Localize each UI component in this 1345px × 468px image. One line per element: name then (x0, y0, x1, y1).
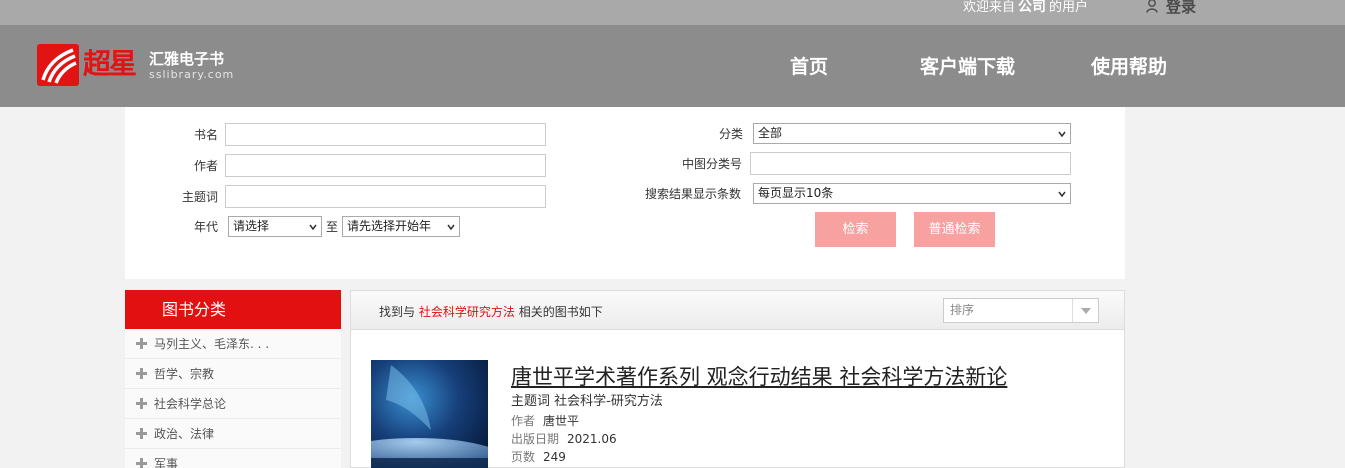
book-author-label: 作者 (511, 414, 536, 428)
brand-cn: 汇雅电子书 (149, 50, 225, 68)
results-header: 找到与 社会科学研究方法 相关的图书如下 排序 (351, 291, 1124, 330)
year-from-select[interactable]: 请选择 (228, 216, 322, 237)
book-date-label: 出版日期 (511, 432, 560, 446)
author-label: 作者 (194, 159, 219, 173)
found-prefix: 找到与 (379, 305, 416, 319)
plus-icon (136, 338, 147, 349)
plus-icon (136, 458, 147, 468)
book-cover-image (371, 360, 488, 468)
category-sidebar: 图书分类 马列主义、毛泽东. . . 哲学、宗教 社会科学总论 政治、法律 军事 (125, 290, 341, 468)
book-pages-label: 页数 (511, 450, 536, 464)
sidebar-item-label: 军事 (154, 457, 179, 468)
welcome-org: 公司 (1018, 0, 1047, 15)
author-input[interactable] (225, 154, 546, 177)
chevron-down-icon (1058, 191, 1066, 198)
found-suffix: 相关的图书如下 (518, 305, 603, 319)
clc-label: 中图分类号 (682, 157, 743, 171)
top-bar: 欢迎来自 公司 的用户 登录 (0, 0, 1345, 25)
sidebar-item-label: 政治、法律 (154, 427, 215, 441)
login-link[interactable]: 登录 (1146, 0, 1196, 16)
welcome-suffix: 的用户 (1049, 0, 1089, 15)
brand-en: sslibrary.com (149, 68, 235, 81)
sidebar-item-social-science[interactable]: 社会科学总论 (125, 389, 341, 419)
sidebar-item-label: 哲学、宗教 (154, 367, 215, 381)
basic-search-button[interactable]: 普通检索 (914, 212, 995, 247)
results-summary: 找到与 社会科学研究方法 相关的图书如下 (379, 303, 603, 320)
year-label: 年代 (194, 220, 219, 234)
sidebar-item-label: 社会科学总论 (154, 397, 227, 411)
search-button[interactable]: 检索 (815, 212, 896, 247)
chevron-down-icon (1058, 131, 1066, 138)
category-label: 分类 (719, 127, 744, 141)
year-from-value: 请选择 (233, 219, 270, 233)
plus-icon (136, 368, 147, 379)
plus-icon (136, 428, 147, 439)
book-date-value: 2021.06 (567, 432, 617, 446)
logo-brand-text: 超星 (83, 47, 137, 80)
sidebar-item-military[interactable]: 军事 (125, 449, 341, 468)
sidebar-title: 图书分类 (125, 290, 341, 329)
book-subject: 主题词 社会科学-研究方法 (511, 390, 663, 409)
header: 超星 汇雅电子书 sslibrary.com 首页 客户端下载 使用帮助 (0, 25, 1345, 107)
book-cover[interactable] (371, 360, 488, 468)
per-page-select[interactable]: 每页显示10条 (753, 183, 1071, 204)
per-page-value: 每页显示10条 (758, 186, 834, 200)
plus-icon (136, 398, 147, 409)
sidebar-item-philosophy[interactable]: 哲学、宗教 (125, 359, 341, 389)
per-page-label: 搜索结果显示条数 (645, 187, 742, 201)
nav-client-download[interactable]: 客户端下载 (920, 52, 1015, 79)
sort-placeholder: 排序 (950, 303, 975, 317)
user-icon (1146, 0, 1158, 13)
book-subject-value: 社会科学-研究方法 (554, 394, 663, 409)
chevron-down-icon (447, 224, 455, 231)
book-author-value: 唐世平 (543, 414, 580, 428)
logo-mark-icon (37, 44, 79, 86)
year-to-separator: 至 (326, 220, 339, 234)
book-author: 作者 唐世平 (511, 412, 579, 429)
year-to-value: 请先选择开始年 (347, 219, 432, 233)
book-pages-value: 249 (543, 450, 566, 464)
year-to-select[interactable]: 请先选择开始年 (342, 216, 460, 237)
site-logo[interactable]: 超星 汇雅电子书 sslibrary.com (37, 44, 237, 94)
subject-input[interactable] (225, 185, 546, 208)
book-subject-label: 主题词 (511, 394, 551, 409)
results-panel: 找到与 社会科学研究方法 相关的图书如下 排序 唐世平学术著作系列 观念行动结果… (350, 290, 1125, 468)
sort-dropdown-toggle[interactable] (1072, 299, 1098, 322)
sort-select[interactable]: 排序 (943, 298, 1099, 323)
caret-down-icon (1081, 308, 1091, 314)
welcome-text: 欢迎来自 公司 的用户 (963, 0, 1088, 15)
subject-label: 主题词 (182, 190, 219, 204)
clc-input[interactable] (750, 152, 1071, 175)
login-label: 登录 (1166, 0, 1197, 16)
category-select[interactable]: 全部 (753, 123, 1071, 144)
book-pages: 页数 249 (511, 448, 566, 465)
nav-help[interactable]: 使用帮助 (1091, 52, 1167, 79)
nav-home[interactable]: 首页 (790, 52, 828, 79)
welcome-prefix: 欢迎来自 (963, 0, 1016, 15)
title-label: 书名 (194, 128, 219, 142)
category-value: 全部 (758, 126, 783, 140)
book-title-link[interactable]: 唐世平学术著作系列 观念行动结果 社会科学方法新论 (511, 361, 1007, 391)
chevron-down-icon (309, 224, 317, 231)
sidebar-item-label: 马列主义、毛泽东. . . (154, 337, 270, 351)
title-input[interactable] (225, 123, 546, 146)
book-date: 出版日期 2021.06 (511, 430, 617, 447)
sidebar-item-marxism[interactable]: 马列主义、毛泽东. . . (125, 329, 341, 359)
search-keyword: 社会科学研究方法 (418, 305, 515, 319)
advanced-search-panel: 书名 作者 主题词 年代 请选择 至 请先选择开始年 分类 全部 中图分类号 搜… (125, 107, 1125, 279)
sidebar-item-politics-law[interactable]: 政治、法律 (125, 419, 341, 449)
